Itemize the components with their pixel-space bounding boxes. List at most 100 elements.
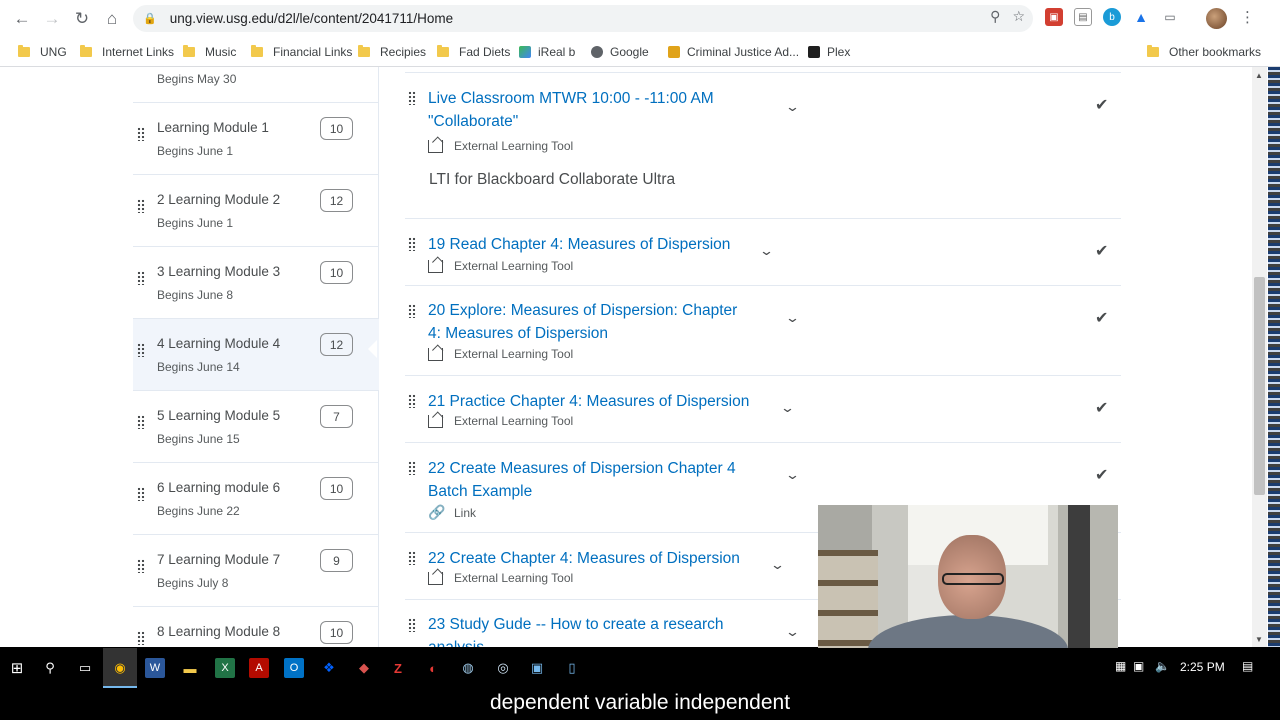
drag-handle-icon[interactable] — [408, 394, 416, 408]
topic-title-link[interactable]: 19 Read Chapter 4: Measures of Dispersio… — [428, 233, 730, 256]
module-item-2[interactable]: 2 Learning Module 2 Begins June 1 12 — [133, 175, 379, 247]
topic-type: External Learning Tool — [428, 571, 573, 585]
profile-avatar[interactable] — [1206, 8, 1227, 29]
drag-handle-icon[interactable] — [137, 487, 145, 501]
bookmark-internet-links[interactable]: Internet Links — [80, 43, 174, 61]
module-item-3[interactable]: 3 Learning Module 3 Begins June 8 10 — [133, 247, 379, 319]
module-item-5[interactable]: 5 Learning Module 5 Begins June 15 7 — [133, 391, 379, 463]
notification-icon[interactable]: ▤ — [1242, 659, 1253, 673]
zoom-z-icon[interactable]: Z — [388, 658, 408, 678]
module-title: 4 Learning Module 4 — [157, 336, 281, 351]
drag-handle-icon[interactable] — [408, 304, 416, 318]
bookmark-recipies[interactable]: Recipies — [358, 43, 426, 61]
bookmark-ung[interactable]: UNG — [18, 43, 67, 61]
topic-title-link[interactable]: 23 Study Gude -- How to create a researc… — [428, 613, 724, 647]
excel-icon[interactable]: X — [215, 658, 235, 678]
topic-19: 19 Read Chapter 4: Measures of Dispersio… — [405, 219, 1121, 286]
globe-icon — [591, 46, 603, 58]
acrobat-reader-icon[interactable]: ◐ — [423, 658, 443, 678]
search-icon[interactable]: ⚲ — [40, 658, 60, 678]
tray-network-icon[interactable]: ▦ — [1115, 659, 1126, 673]
bookmark-financial-links[interactable]: Financial Links — [251, 43, 352, 61]
forward-arrow-icon[interactable]: → — [37, 4, 67, 34]
bookmark-google[interactable]: Google — [591, 43, 649, 61]
drag-handle-icon[interactable] — [137, 343, 145, 357]
topic-type: External Learning Tool — [428, 259, 573, 273]
chevron-down-icon[interactable]: ⌄ — [780, 400, 795, 416]
drag-handle-icon[interactable] — [408, 91, 416, 105]
vertical-scrollbar[interactable]: ▲ ▼ — [1252, 67, 1267, 647]
drag-handle-icon[interactable] — [137, 631, 145, 645]
module-item-7[interactable]: 7 Learning Module 7 Begins July 8 9 — [133, 535, 379, 607]
bookmark-other[interactable]: Other bookmarks — [1147, 43, 1261, 61]
bookmark-fad-diets[interactable]: Fad Diets — [437, 43, 510, 61]
external-tool-icon — [428, 571, 443, 585]
module-item-6[interactable]: 6 Learning module 6 Begins June 22 10 — [133, 463, 379, 535]
windows-taskbar: ⊞ ⚲ ▭ ◉ W ▬ X A O ❖ ◆ Z ◐ ◍ ◎ ▣ ▯ ▦ ▣ 🔈 … — [0, 648, 1280, 688]
bookmark-ireal-b[interactable]: iReal b — [519, 43, 575, 61]
scroll-up-icon[interactable]: ▲ — [1255, 71, 1263, 80]
bing-extension-icon[interactable]: b — [1103, 8, 1121, 26]
app-icon[interactable]: ◆ — [354, 658, 374, 678]
document-extension-icon[interactable]: ▤ — [1074, 8, 1092, 26]
module-date: Begins June 15 — [157, 432, 240, 446]
module-item-1[interactable]: Learning Module 1 Begins June 1 10 — [133, 103, 379, 175]
drag-handle-icon[interactable] — [137, 127, 145, 141]
chevron-down-icon[interactable]: ⌄ — [759, 243, 774, 259]
scroll-down-icon[interactable]: ▼ — [1255, 635, 1263, 644]
acrobat-icon[interactable]: A — [249, 658, 269, 678]
scroll-thumb[interactable] — [1254, 277, 1265, 495]
drag-handle-icon[interactable] — [408, 461, 416, 475]
menu-dots-icon[interactable]: ⋮ — [1240, 8, 1255, 26]
bookmark-music[interactable]: Music — [183, 43, 236, 61]
module-count-badge: 10 — [320, 621, 353, 644]
globe-app-icon[interactable]: ◍ — [458, 658, 478, 678]
module-item-4-active[interactable]: 4 Learning Module 4 Begins June 14 12 — [133, 319, 379, 391]
screen-app-icon[interactable]: ▣ — [527, 658, 547, 678]
drag-handle-icon[interactable] — [408, 237, 416, 251]
module-item-partial[interactable]: Begins May 30 — [133, 67, 379, 103]
topic-title-link[interactable]: 22 Create Chapter 4: Measures of Dispers… — [428, 547, 740, 570]
recording-app-icon[interactable]: ◎ — [493, 658, 513, 678]
windows-start-icon[interactable]: ⊞ — [7, 658, 27, 678]
chevron-down-icon[interactable]: ⌄ — [785, 467, 800, 483]
zoom-icon[interactable]: ⚲ — [990, 8, 1000, 25]
outlook-icon[interactable]: O — [284, 658, 304, 678]
task-view-icon[interactable]: ▭ — [75, 658, 95, 678]
topic-title-link[interactable]: 22 Create Measures of Dispersion Chapter… — [428, 457, 736, 503]
module-item-8[interactable]: 8 Learning Module 8 10 — [133, 607, 379, 647]
drag-handle-icon[interactable] — [137, 559, 145, 573]
drag-handle-icon[interactable] — [137, 271, 145, 285]
chevron-down-icon[interactable]: ⌄ — [785, 310, 800, 326]
topic-title-link[interactable]: Live Classroom MTWR 10:00 - -11:00 AM "Co… — [428, 87, 714, 133]
drag-handle-icon[interactable] — [137, 415, 145, 429]
word-icon[interactable]: W — [145, 658, 165, 678]
folder-icon — [18, 45, 30, 57]
home-icon[interactable]: ⌂ — [97, 4, 127, 34]
topic-title-link[interactable]: 20 Explore: Measures of Dispersion: Chap… — [428, 299, 737, 345]
dropbox-icon[interactable]: ❖ — [319, 658, 339, 678]
topic-title-link[interactable]: 21 Practice Chapter 4: Measures of Dispe… — [428, 390, 749, 413]
file-explorer-icon[interactable]: ▬ — [180, 658, 200, 678]
drag-handle-icon[interactable] — [408, 551, 416, 565]
taskbar-clock[interactable]: 2:25 PM — [1180, 660, 1225, 674]
tray-volume-icon[interactable]: 🔈 — [1155, 659, 1170, 673]
phone-app-icon[interactable]: ▯ — [562, 658, 582, 678]
cast-extension-icon[interactable]: ▭ — [1161, 8, 1179, 26]
reload-icon[interactable]: ↻ — [67, 4, 97, 34]
drive-extension-icon[interactable]: ▲ — [1132, 8, 1150, 26]
star-icon[interactable]: ☆ — [1012, 8, 1025, 25]
chrome-icon[interactable]: ◉ — [110, 658, 130, 678]
chevron-down-icon[interactable]: ⌄ — [785, 99, 800, 115]
tray-display-icon[interactable]: ▣ — [1133, 659, 1144, 673]
bookmark-plex[interactable]: Plex — [808, 43, 850, 61]
address-bar[interactable]: 🔒 ung.view.usg.edu/d2l/le/content/204171… — [133, 5, 1033, 32]
drag-handle-icon[interactable] — [408, 618, 416, 632]
module-date: Begins June 22 — [157, 504, 240, 518]
chevron-down-icon[interactable]: ⌄ — [770, 557, 785, 573]
drag-handle-icon[interactable] — [137, 199, 145, 213]
chevron-down-icon[interactable]: ⌄ — [785, 624, 800, 640]
back-arrow-icon[interactable]: ← — [7, 4, 37, 34]
extension-icon[interactable]: ▣ — [1045, 8, 1063, 26]
bookmark-criminal-justice[interactable]: Criminal Justice Ad... — [668, 43, 799, 61]
